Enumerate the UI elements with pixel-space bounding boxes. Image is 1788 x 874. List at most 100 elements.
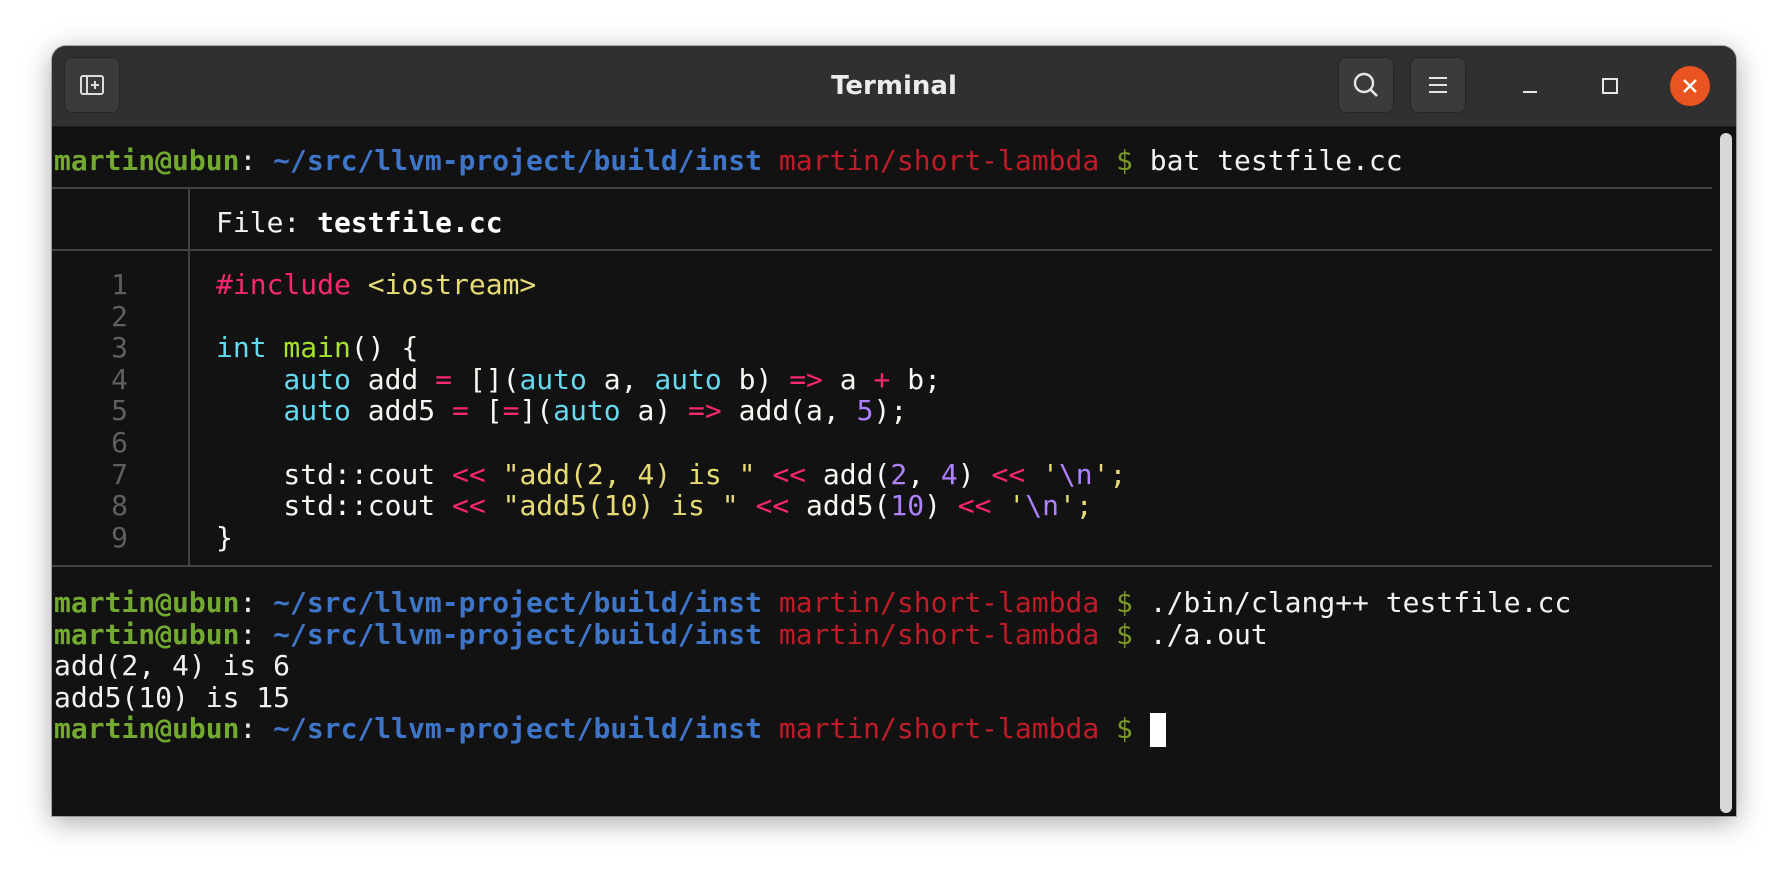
line-number: 9 — [111, 521, 128, 554]
code-token: ' — [1025, 458, 1059, 491]
code-token: auto — [216, 394, 351, 427]
prompt-dollar: $ — [1116, 144, 1133, 177]
code-token: 10 — [890, 489, 925, 522]
file-header-label: File: — [216, 206, 318, 239]
prompt-dollar: $ — [1116, 712, 1133, 745]
code-token: = — [502, 394, 520, 427]
bat-top-rule — [52, 187, 1712, 189]
window-title: Terminal — [831, 71, 957, 101]
prompt-path: ~/src/llvm-project/build/inst — [273, 144, 763, 177]
code-token: b; — [890, 363, 941, 396]
prompt-path: ~/src/llvm-project/build/inst — [273, 712, 763, 745]
minimize-icon — [1523, 91, 1537, 93]
command-text: ./a.out — [1149, 618, 1268, 651]
code-token: b) — [721, 363, 790, 396]
scrollbar[interactable] — [1720, 133, 1732, 813]
code-token: = — [435, 363, 453, 396]
file-header: File: testfile.cc — [216, 205, 503, 241]
menu-button[interactable] — [1410, 57, 1466, 113]
code-token: => — [789, 363, 823, 396]
code-token: = — [452, 394, 469, 427]
code-token: 4 — [940, 458, 958, 491]
close-icon — [1683, 79, 1697, 93]
code-token: add — [350, 363, 436, 396]
code-token: main — [266, 331, 351, 364]
code-token: add5 — [350, 394, 453, 427]
code-line: } — [216, 520, 233, 556]
code-token: add5( — [789, 489, 891, 522]
code-token: + — [873, 363, 891, 396]
hamburger-menu-icon — [1429, 77, 1447, 93]
code-token: a — [822, 363, 874, 396]
code-token: '; — [1058, 489, 1093, 522]
minimize-button[interactable] — [1512, 68, 1548, 104]
code-line: std::cout << "add5(10) is " << add5(10) … — [216, 488, 1093, 524]
file-header-name: testfile.cc — [317, 206, 503, 239]
prompt-branch: martin/short-lambda — [778, 144, 1100, 177]
code-token: << — [957, 489, 992, 522]
prompt-user: martin@ubun — [54, 712, 240, 745]
prompt-user: martin@ubun — [54, 618, 240, 651]
code-token: #include — [216, 268, 351, 301]
code-token: \n — [1058, 458, 1093, 491]
code-token: << — [452, 458, 486, 491]
maximize-icon — [1602, 78, 1618, 94]
code-token: std::cout — [216, 489, 453, 522]
bat-gutter-rule — [188, 251, 190, 565]
prompt-path: ~/src/llvm-project/build/inst — [273, 586, 763, 619]
code-token: <iostream> — [350, 268, 537, 301]
code-token: a, — [586, 363, 655, 396]
search-button[interactable] — [1338, 57, 1394, 113]
code-line: int main() { — [216, 330, 418, 366]
prompt-user: martin@ubun — [54, 144, 240, 177]
bat-header-rule — [52, 249, 1712, 251]
code-token: [ — [468, 394, 503, 427]
terminal-window: Terminal martin@ubun: ~/src/llvm-project… — [52, 46, 1736, 816]
maximize-button[interactable] — [1592, 68, 1628, 104]
code-token: "add5(10) is " — [485, 489, 739, 522]
bat-bottom-rule — [52, 565, 1712, 567]
code-token: []( — [452, 363, 520, 396]
search-icon — [1353, 72, 1378, 97]
code-token: \n — [1025, 489, 1059, 522]
bat-header-gutter-rule — [188, 187, 190, 249]
close-button[interactable] — [1670, 66, 1710, 106]
line-number: 5 — [111, 394, 128, 427]
prompt-branch: martin/short-lambda — [778, 618, 1100, 651]
code-token: 2 — [890, 458, 908, 491]
command-text: ./bin/clang++ testfile.cc — [1149, 586, 1572, 619]
code-token: << — [991, 458, 1026, 491]
code-token: ]( — [519, 394, 554, 427]
code-line: auto add5 = [=](auto a) => add(a, 5); — [216, 393, 907, 429]
prompt-sep: : — [239, 144, 257, 177]
code-token: ' — [991, 489, 1026, 522]
prompt-sep: : — [239, 712, 257, 745]
code-token: "add(2, 4) is " — [485, 458, 756, 491]
program-output-line: add(2, 4) is 6 — [54, 649, 291, 682]
prompt-line: martin@ubun: ~/src/llvm-project/build/in… — [54, 143, 1403, 179]
code-token: () { — [350, 331, 419, 364]
code-token: add(a, — [721, 394, 857, 427]
prompt-path: ~/src/llvm-project/build/inst — [273, 618, 763, 651]
prompt-branch: martin/short-lambda — [778, 712, 1100, 745]
code-token: a) — [620, 394, 689, 427]
code-token: , — [907, 458, 941, 491]
line-number: 1 — [111, 268, 128, 301]
code-token: int — [216, 331, 267, 364]
terminal-output[interactable]: martin@ubun: ~/src/llvm-project/build/in… — [52, 127, 1716, 816]
code-token: << — [772, 458, 807, 491]
code-token: std::cout — [216, 458, 453, 491]
code-line: #include <iostream> — [216, 267, 536, 303]
prompt-branch: martin/short-lambda — [778, 586, 1100, 619]
prompt-sep: : — [239, 618, 257, 651]
command-text: bat testfile.cc — [1149, 144, 1403, 177]
title-bar: Terminal — [52, 46, 1736, 127]
code-token: ) — [924, 489, 958, 522]
code-token: add( — [806, 458, 891, 491]
code-token: auto — [519, 363, 587, 396]
line-number: 8 — [111, 489, 128, 522]
code-token: auto — [216, 363, 351, 396]
code-token: '; — [1092, 458, 1127, 491]
